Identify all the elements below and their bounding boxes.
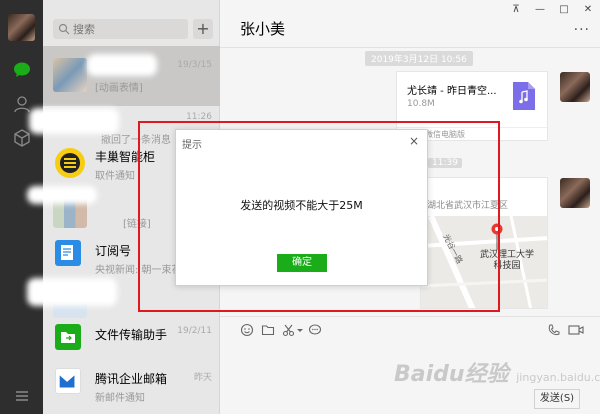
close-window-button[interactable]: ✕ bbox=[578, 3, 598, 19]
annotation-highlight-box bbox=[138, 121, 500, 312]
add-chat-button[interactable]: + bbox=[193, 19, 213, 39]
fengchao-logo-icon bbox=[55, 148, 85, 178]
search-box[interactable] bbox=[53, 19, 188, 39]
menu-icon[interactable] bbox=[12, 386, 32, 406]
video-call-icon[interactable] bbox=[568, 323, 584, 337]
conversation-avatar bbox=[53, 58, 87, 92]
send-button[interactable]: 发送(S) bbox=[534, 389, 580, 409]
conversation-time: 昨天 bbox=[193, 373, 212, 383]
favorites-cube-icon[interactable] bbox=[12, 128, 32, 148]
search-icon bbox=[58, 23, 70, 35]
file-size: 10.8M bbox=[407, 99, 435, 109]
chat-history-icon[interactable] bbox=[308, 323, 322, 337]
date-chip: 2019年3月12日 10:56 bbox=[365, 51, 473, 66]
search-input[interactable] bbox=[73, 19, 185, 39]
conversation-time: 19/2/11 bbox=[177, 326, 212, 336]
file-transfer-icon bbox=[55, 324, 81, 350]
privacy-blur bbox=[29, 108, 119, 134]
conversation-preview: [动画表情] bbox=[95, 83, 143, 94]
conversation-item[interactable]: [动画表情] 19/3/15 bbox=[43, 46, 220, 106]
maximize-button[interactable]: □ bbox=[554, 3, 574, 19]
subscription-icon bbox=[55, 240, 81, 266]
contact-name: 张小美 bbox=[240, 20, 286, 38]
more-options-button[interactable]: ··· bbox=[574, 22, 590, 38]
contacts-icon[interactable] bbox=[12, 94, 32, 114]
conversation-item[interactable]: 腾讯企业邮箱 新邮件通知 昨天 bbox=[43, 356, 220, 414]
my-avatar bbox=[560, 178, 590, 208]
conversation-name: 订阅号 bbox=[95, 244, 132, 258]
chat-header: 张小美 ⊼ — □ ✕ ··· bbox=[220, 0, 600, 48]
privacy-blur bbox=[27, 278, 117, 306]
emoji-icon[interactable] bbox=[240, 323, 254, 337]
user-avatar[interactable] bbox=[8, 14, 35, 41]
chat-icon[interactable] bbox=[12, 60, 32, 80]
conversation-name: 腾讯企业邮箱 bbox=[95, 372, 168, 386]
baidu-watermark: Baidu经验 jingyan.baidu.com bbox=[394, 362, 600, 387]
left-nav-bar bbox=[0, 0, 43, 414]
folder-icon[interactable] bbox=[261, 323, 275, 337]
conversation-preview: 新邮件通知 bbox=[95, 393, 145, 404]
minimize-button[interactable]: — bbox=[530, 3, 550, 19]
my-avatar bbox=[560, 72, 590, 102]
conversation-time: 19/3/15 bbox=[177, 60, 212, 70]
audio-file-icon bbox=[513, 82, 535, 110]
privacy-blur bbox=[87, 54, 157, 76]
chevron-down-icon[interactable] bbox=[296, 323, 304, 337]
pin-window-button[interactable]: ⊼ bbox=[506, 3, 526, 19]
conversation-name: 文件传输助手 bbox=[95, 328, 168, 342]
tencent-mail-icon bbox=[55, 368, 81, 394]
input-toolbar bbox=[220, 316, 600, 340]
screenshot-scissors-icon[interactable] bbox=[282, 323, 296, 337]
voice-call-icon[interactable] bbox=[547, 323, 561, 337]
file-name: 尤长靖 - 昨日青空... bbox=[407, 86, 497, 97]
privacy-blur bbox=[27, 186, 97, 204]
